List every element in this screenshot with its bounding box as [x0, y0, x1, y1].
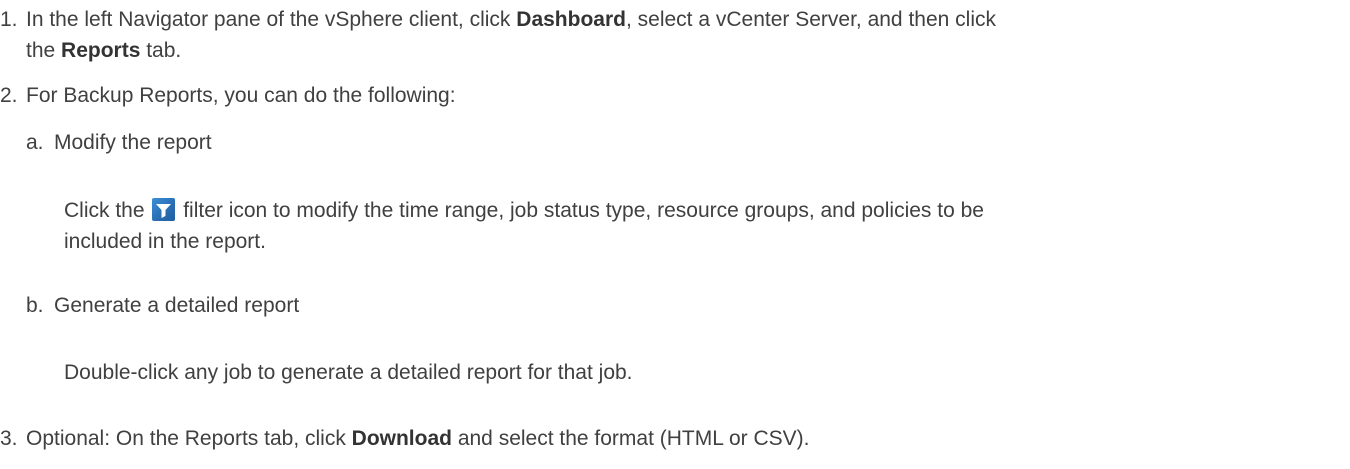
step-number: 3.: [0, 427, 18, 450]
step-1: 1. In the left Navigator pane of the vSph…: [0, 4, 996, 36]
substep-a-paragraph-line2: included in the report.: [64, 226, 266, 258]
step-text: tab.: [140, 39, 182, 62]
step-text: Optional: On the Reports tab, click: [26, 427, 352, 450]
para-text: Double-click any job to generate a detai…: [64, 361, 633, 384]
substep-title: Modify the report: [54, 131, 212, 154]
step-3: 3. Optional: On the Reports tab, click Do…: [0, 423, 810, 455]
step-1-continuation: the Reports tab.: [26, 35, 181, 67]
step-text: In the left Navigator pane of the vSpher…: [26, 8, 517, 31]
substep-b-paragraph: Double-click any job to generate a detai…: [64, 357, 633, 389]
substep-a: a. Modify the report: [26, 127, 212, 159]
download-ui-term: Download: [351, 427, 452, 450]
para-text: included in the report.: [64, 230, 266, 253]
step-number: 1.: [0, 8, 18, 31]
step-text: and select the format (HTML or CSV).: [451, 427, 810, 450]
filter-icon[interactable]: [152, 198, 176, 221]
step-text: For Backup Reports, you can do the follo…: [26, 84, 456, 107]
substep-title: Generate a detailed report: [54, 294, 300, 317]
para-text: Click the: [64, 199, 151, 222]
dashboard-ui-term: Dashboard: [516, 8, 626, 31]
para-text: filter icon to modify the time range, jo…: [177, 199, 984, 222]
step-text: the: [26, 39, 62, 62]
substep-letter: b.: [26, 294, 44, 317]
substep-b: b. Generate a detailed report: [26, 290, 299, 322]
substep-a-paragraph: Click the filter icon to modify the time…: [64, 195, 984, 227]
document: 1. In the left Navigator pane of the vSph…: [0, 0, 1350, 469]
substep-letter: a.: [26, 131, 44, 154]
step-number: 2.: [0, 84, 18, 107]
reports-ui-term: Reports: [61, 39, 141, 62]
step-2: 2. For Backup Reports, you can do the fol…: [0, 80, 456, 112]
step-text: , select a vCenter Server, and then clic…: [625, 8, 996, 31]
